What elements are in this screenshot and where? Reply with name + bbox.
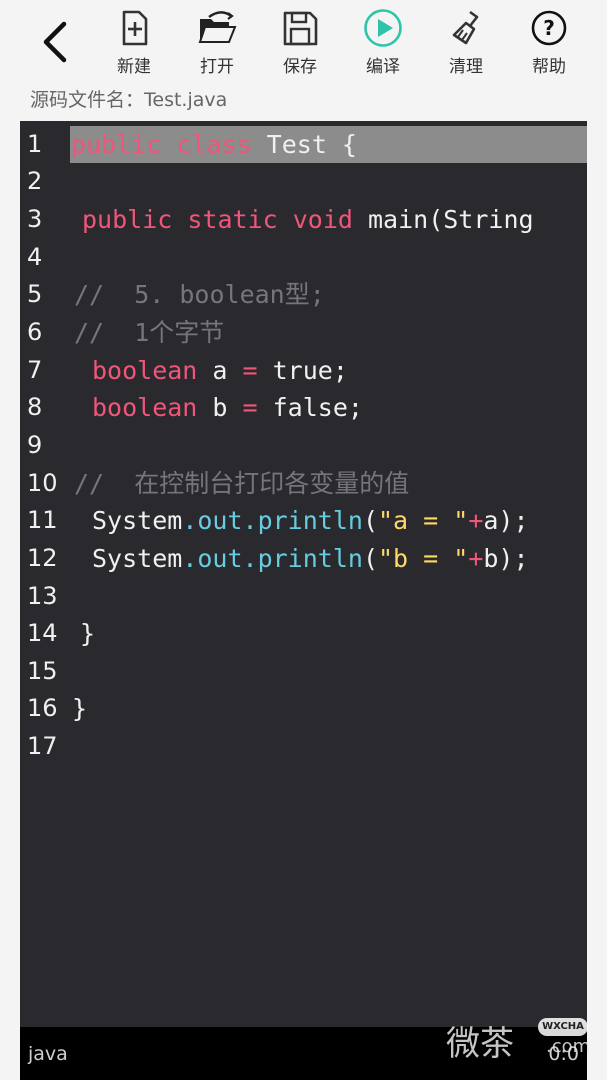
new-file-icon: [122, 10, 148, 46]
code-line: 5 // 5. boolean型;: [20, 276, 587, 313]
code-text: a: [197, 356, 243, 385]
code-text: }: [80, 619, 96, 648]
code-line: 14 }: [20, 615, 587, 652]
folder-open-icon: [198, 11, 237, 43]
method-call: .out.println: [182, 544, 363, 573]
comment: // 在控制台打印各变量的值: [74, 469, 410, 498]
line-number: 1: [27, 130, 43, 158]
compile-label: 编译: [366, 57, 400, 77]
operator: =: [242, 356, 258, 385]
code-line: 6 // 1个字节: [20, 314, 587, 351]
line-number: 8: [27, 393, 43, 421]
help-label: 帮助: [532, 57, 566, 77]
keyword: public class: [71, 130, 252, 159]
code-text: System: [92, 544, 183, 573]
line-number: 2: [27, 167, 43, 195]
keyword: public static void: [82, 205, 353, 234]
line-number: 11: [27, 506, 58, 534]
operator: +: [468, 506, 484, 535]
code-line: 4: [20, 239, 587, 276]
keyword: boolean: [92, 356, 198, 385]
operator: +: [468, 544, 484, 573]
code-text: a);: [483, 506, 529, 535]
watermark-badge: WXCHA: [538, 1018, 588, 1036]
code-line: 13: [20, 578, 587, 615]
chevron-left-icon: [43, 21, 67, 63]
code-line: 3 public static void main(String: [20, 201, 587, 238]
code-text: main(String: [352, 205, 534, 234]
code-line: 11 System.out.println("a = "+a);: [20, 502, 587, 539]
save-label: 保存: [283, 57, 317, 77]
code-line: 16 }: [20, 690, 587, 727]
open-label: 打开: [200, 57, 234, 77]
line-number: 16: [27, 694, 58, 722]
open-button[interactable]: 打开: [182, 8, 252, 82]
broom-icon: [452, 10, 479, 45]
string-literal: "a = ": [378, 506, 469, 535]
code-editor[interactable]: 1 public class Test { 2 3 public static …: [20, 121, 587, 1027]
code-text: }: [72, 694, 88, 723]
code-line: 15: [20, 653, 587, 690]
line-number: 3: [27, 205, 43, 233]
comment: // 5. boolean型;: [74, 280, 325, 309]
clean-button[interactable]: 清理: [431, 8, 501, 82]
code-line: 12 System.out.println("b = "+b);: [20, 540, 587, 577]
toolbar: 新建 打开 保存 编译 清理 ? 帮助: [0, 0, 607, 86]
line-number: 7: [27, 356, 43, 384]
new-button[interactable]: 新建: [99, 8, 169, 82]
line-number: 6: [27, 318, 43, 346]
source-filename: 源码文件名：Test.java: [30, 86, 227, 114]
save-icon: [283, 11, 318, 46]
line-number: 9: [27, 431, 43, 459]
new-label: 新建: [117, 57, 151, 77]
line-number: 5: [27, 280, 43, 308]
line-number: 14: [27, 619, 58, 647]
code-text: (: [362, 506, 378, 535]
filename-value: Test.java: [144, 89, 228, 111]
clean-label: 清理: [449, 57, 483, 77]
filename-label: 源码文件名：: [30, 89, 145, 111]
code-text: b: [197, 393, 243, 422]
code-line: 8 boolean b = false;: [20, 389, 587, 426]
code-text: System: [92, 506, 183, 535]
back-button[interactable]: [34, 18, 78, 66]
code-text: b);: [483, 544, 529, 573]
code-text: Test {: [251, 130, 357, 159]
code-text: (: [362, 544, 378, 573]
code-line: 2: [20, 163, 587, 200]
code-text: true;: [257, 356, 348, 385]
compile-button[interactable]: 编译: [348, 8, 418, 82]
svg-text:?: ?: [543, 16, 555, 40]
code-line: 1 public class Test {: [20, 126, 587, 163]
code-line: 17: [20, 728, 587, 765]
watermark-suffix: .com: [546, 1036, 591, 1057]
code-line: 7 boolean a = true;: [20, 352, 587, 389]
play-icon: [364, 9, 402, 47]
string-literal: "b = ": [378, 544, 469, 573]
operator: =: [242, 393, 258, 422]
line-number: 10: [27, 469, 58, 497]
line-number: 15: [27, 657, 58, 685]
line-number: 17: [27, 732, 58, 760]
keyword: boolean: [92, 393, 198, 422]
save-button[interactable]: 保存: [265, 8, 335, 82]
code-line: 10 // 在控制台打印各变量的值: [20, 465, 587, 502]
method-call: .out.println: [182, 506, 363, 535]
line-number: 12: [27, 544, 58, 572]
language-label: java: [28, 1043, 68, 1065]
line-number: 13: [27, 582, 58, 610]
watermark-text: 微茶: [446, 1024, 514, 1064]
watermark-logo: 微茶 WXCHA .com: [446, 1016, 596, 1064]
code-line: 9: [20, 427, 587, 464]
comment: // 1个字节: [74, 318, 225, 347]
code-text: false;: [257, 393, 363, 422]
line-number: 4: [27, 243, 43, 271]
help-icon: ?: [531, 10, 567, 46]
help-button[interactable]: ? 帮助: [514, 8, 584, 82]
